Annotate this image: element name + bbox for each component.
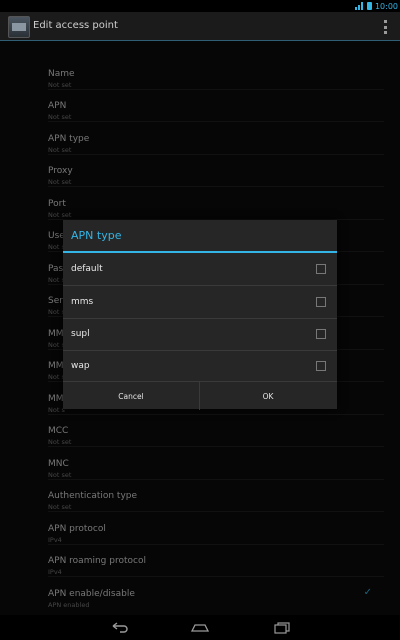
option-label: supl bbox=[71, 329, 90, 339]
navigation-bar bbox=[0, 615, 400, 640]
battery-icon bbox=[366, 2, 372, 10]
status-bar: 10:00 bbox=[0, 0, 400, 12]
apn-type-dialog: APN type default mms supl wap Cancel OK bbox=[63, 220, 337, 410]
option-label: wap bbox=[71, 361, 90, 371]
back-icon[interactable] bbox=[100, 615, 140, 640]
home-icon[interactable] bbox=[180, 615, 220, 640]
settings-app-icon[interactable] bbox=[8, 16, 30, 38]
option-mms[interactable]: mms bbox=[63, 286, 337, 319]
status-time: 10:00 bbox=[374, 1, 398, 11]
overflow-menu-icon[interactable] bbox=[384, 20, 388, 34]
checkbox-icon[interactable] bbox=[316, 329, 326, 339]
checkbox-icon[interactable] bbox=[316, 264, 326, 274]
option-default[interactable]: default bbox=[63, 253, 337, 286]
option-label: default bbox=[71, 264, 103, 274]
recent-apps-icon[interactable] bbox=[262, 615, 302, 640]
status-icons: 10:00 bbox=[354, 0, 398, 12]
dialog-buttons: Cancel OK bbox=[63, 381, 337, 410]
page-title: Edit access point bbox=[33, 20, 118, 31]
action-bar: Edit access point bbox=[0, 12, 400, 41]
dialog-title: APN type bbox=[71, 229, 122, 242]
cancel-button[interactable]: Cancel bbox=[63, 382, 200, 410]
ok-button[interactable]: OK bbox=[200, 382, 336, 410]
dialog-title-bar: APN type bbox=[63, 220, 337, 253]
checkbox-icon[interactable] bbox=[316, 361, 326, 371]
option-wap[interactable]: wap bbox=[63, 350, 337, 382]
option-supl[interactable]: supl bbox=[63, 318, 337, 351]
option-label: mms bbox=[71, 297, 94, 307]
signal-icon bbox=[354, 2, 364, 10]
checkbox-icon[interactable] bbox=[316, 297, 326, 307]
